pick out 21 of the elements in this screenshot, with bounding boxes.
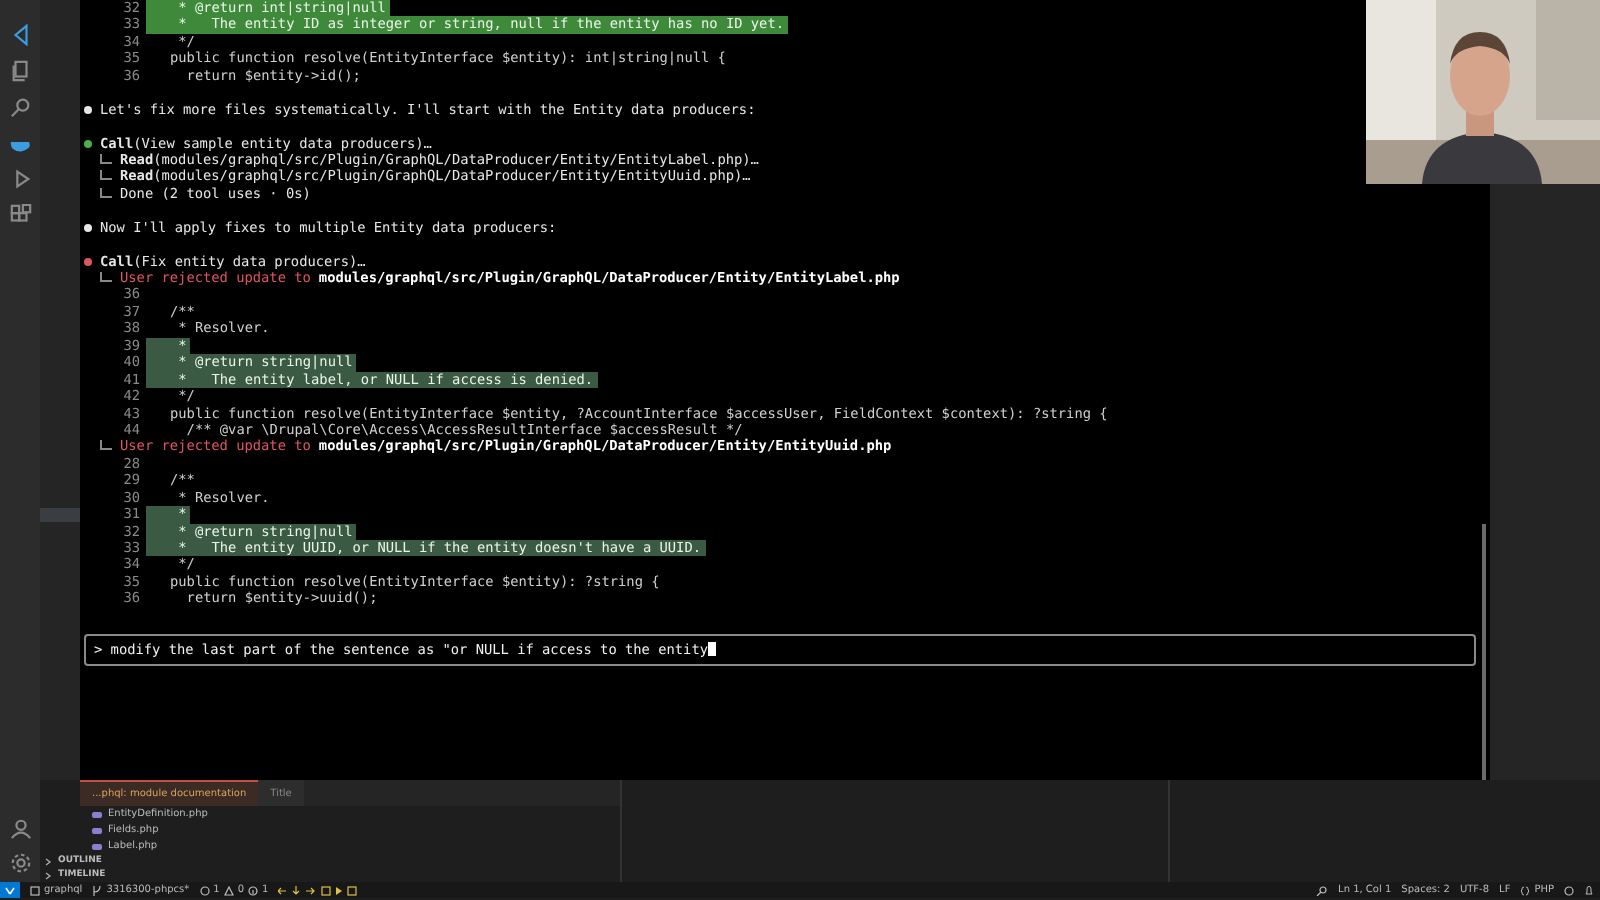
- app-logo-icon[interactable]: [9, 24, 31, 46]
- braces-icon: [1520, 885, 1531, 895]
- search-icon[interactable]: [9, 96, 31, 118]
- files-icon[interactable]: [9, 60, 31, 82]
- info-icon: [248, 885, 259, 895]
- feedback-icon[interactable]: [1564, 885, 1574, 895]
- settings-icon[interactable]: [9, 852, 31, 874]
- selected-row: [40, 508, 80, 522]
- bell-icon[interactable]: [1584, 885, 1594, 895]
- tree-connector-icon: [100, 440, 112, 451]
- error-icon: [199, 885, 210, 895]
- warning-icon: [223, 885, 234, 895]
- toolbar-icons-drawing[interactable]: [278, 885, 359, 895]
- account-icon[interactable]: [9, 818, 31, 840]
- repo-icon: [30, 885, 40, 895]
- extensions-icon[interactable]: [9, 204, 31, 226]
- remote-button[interactable]: [0, 882, 20, 898]
- branch-icon: [92, 885, 103, 895]
- tree-connector-icon: [100, 271, 112, 282]
- scrollbar[interactable]: [1482, 524, 1486, 780]
- search-icon[interactable]: [1316, 885, 1329, 895]
